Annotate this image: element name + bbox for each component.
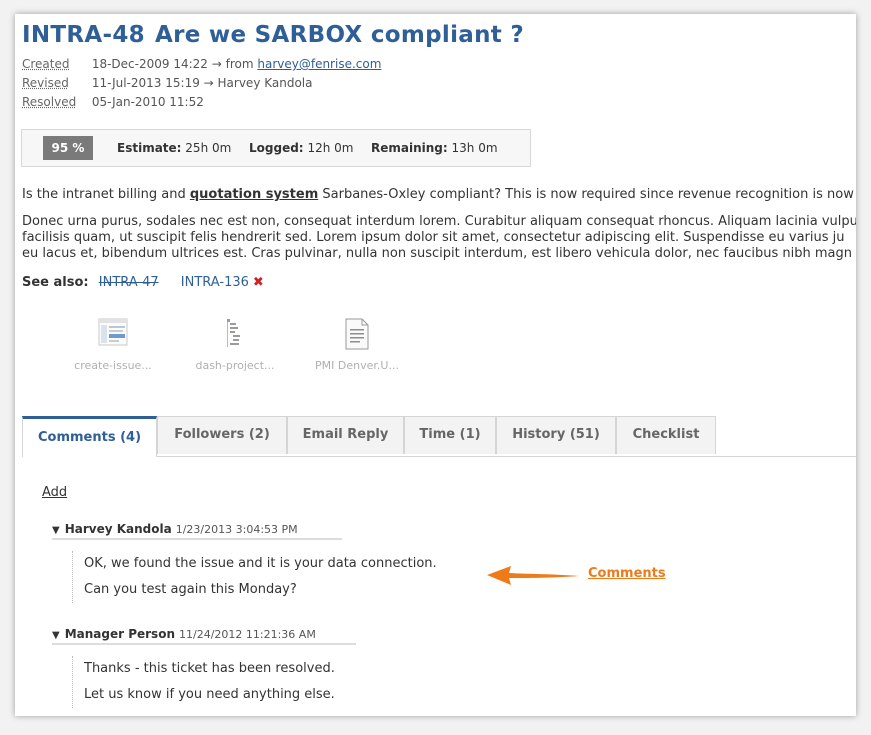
attachment-create-issue[interactable]: create-issue...	[63, 317, 163, 372]
arrow-left-icon	[487, 566, 579, 585]
comment-body: OK, we found the issue and it is your da…	[72, 551, 437, 603]
tab-bar: Comments (4) Followers (2) Email Reply T…	[22, 416, 856, 457]
attachment-pmi-denver[interactable]: PMI Denver.U...	[307, 317, 407, 372]
tab-email-reply[interactable]: Email Reply	[287, 416, 404, 454]
created-value: 18-Dec-2009 14:22 → from	[91, 57, 254, 71]
comment-line: Can you test again this Monday?	[84, 582, 297, 597]
comment-body: Thanks - this ticket has been resolved. …	[72, 656, 335, 708]
see-also-link-intra-136[interactable]: INTRA-136	[181, 275, 249, 290]
attachment-caption: PMI Denver.U...	[315, 359, 399, 372]
tab-checklist[interactable]: Checklist	[616, 416, 716, 454]
screenshot-image-icon	[97, 317, 129, 351]
estimate-label: Estimate:	[117, 141, 182, 155]
progress-percent-badge: 95 %	[43, 136, 93, 160]
remaining-stat: Remaining: 13h 0m	[371, 141, 498, 155]
see-also-row: See also: INTRA-47 INTRA-136 ✖	[22, 275, 264, 290]
attachment-dash-project[interactable]: dash-project...	[185, 317, 285, 372]
comment-date: 11/24/2012 11:21:36 AM	[179, 628, 316, 641]
revised-label: Revised	[22, 76, 69, 90]
comment-line: OK, we found the issue and it is your da…	[84, 556, 437, 571]
comment-line: Thanks - this ticket has been resolved.	[84, 661, 335, 676]
attachment-caption: dash-project...	[195, 359, 275, 372]
comment-header[interactable]: ▼ Harvey Kandola 1/23/2013 3:04:53 PM	[52, 522, 342, 540]
comments-callout-label: Comments	[588, 566, 666, 581]
text-document-icon	[341, 317, 373, 351]
collapse-triangle-icon[interactable]: ▼	[52, 525, 60, 536]
comment-author: Manager Person	[64, 627, 175, 641]
estimate-stat: Estimate: 25h 0m	[117, 141, 231, 155]
logged-stat: Logged: 12h 0m	[249, 141, 353, 155]
remaining-value: 13h 0m	[451, 141, 498, 155]
remaining-label: Remaining:	[371, 141, 448, 155]
tab-comments[interactable]: Comments (4)	[22, 416, 157, 457]
resolved-value: 05-Jan-2010 11:52	[91, 95, 204, 109]
logged-label: Logged:	[249, 141, 304, 155]
add-comment-link[interactable]: Add	[42, 485, 67, 500]
see-also-label: See also:	[22, 275, 89, 290]
comment-header[interactable]: ▼ Manager Person 11/24/2012 11:21:36 AM	[52, 627, 356, 645]
tab-followers[interactable]: Followers (2)	[157, 416, 287, 454]
comment-author: Harvey Kandola	[64, 522, 172, 536]
tree-document-icon	[219, 317, 251, 351]
comment-date: 1/23/2013 3:04:53 PM	[175, 523, 298, 536]
description-para-line-3: eu lacus et, bibendum ultrices est. Cras…	[22, 246, 853, 261]
description-keyword: quotation system	[189, 187, 319, 202]
see-also-link-intra-47[interactable]: INTRA-47	[99, 275, 159, 290]
collapse-triangle-icon[interactable]: ▼	[52, 630, 60, 641]
issue-key: INTRA-48	[22, 22, 145, 48]
created-label: Created	[22, 57, 70, 71]
estimate-value: 25h 0m	[185, 141, 232, 155]
issue-detail-panel: INTRA-48 Are we SARBOX compliant ? Create…	[15, 14, 856, 716]
tab-history[interactable]: History (51)	[496, 416, 616, 454]
logged-value: 12h 0m	[307, 141, 354, 155]
meta-revised-row: Revised 11-Jul-2013 15:19 → Harvey Kando…	[22, 76, 313, 90]
remove-link-icon[interactable]: ✖	[253, 275, 264, 290]
description-para-line-2: facilisis quam, ut suscipit felis hendre…	[22, 230, 845, 245]
description-para-line-1: Donec urna purus, sodales nec est non, c…	[22, 214, 856, 229]
comment-line: Let us know if you need anything else.	[84, 687, 335, 702]
description-line-1: Is the intranet billing and quotation sy…	[22, 187, 854, 203]
tab-time[interactable]: Time (1)	[404, 416, 496, 454]
description-text-end: Sarbanes-Oxley compliant? This is now re…	[318, 187, 854, 202]
attachment-caption: create-issue...	[74, 359, 152, 372]
resolved-label: Resolved	[22, 95, 77, 109]
meta-resolved-row: Resolved 05-Jan-2010 11:52	[22, 95, 204, 109]
time-tracking-box: 95 % Estimate: 25h 0m Logged: 12h 0m Rem…	[21, 129, 531, 167]
page-title: INTRA-48 Are we SARBOX compliant ?	[22, 22, 524, 48]
issue-title: Are we SARBOX compliant ?	[154, 22, 525, 48]
meta-created-row: Created 18-Dec-2009 14:22 → from harvey@…	[22, 57, 381, 71]
description-text: Is the intranet billing and	[22, 187, 190, 202]
creator-email-link[interactable]: harvey@fenrise.com	[257, 57, 381, 71]
revised-value: 11-Jul-2013 15:19 → Harvey Kandola	[91, 76, 313, 90]
